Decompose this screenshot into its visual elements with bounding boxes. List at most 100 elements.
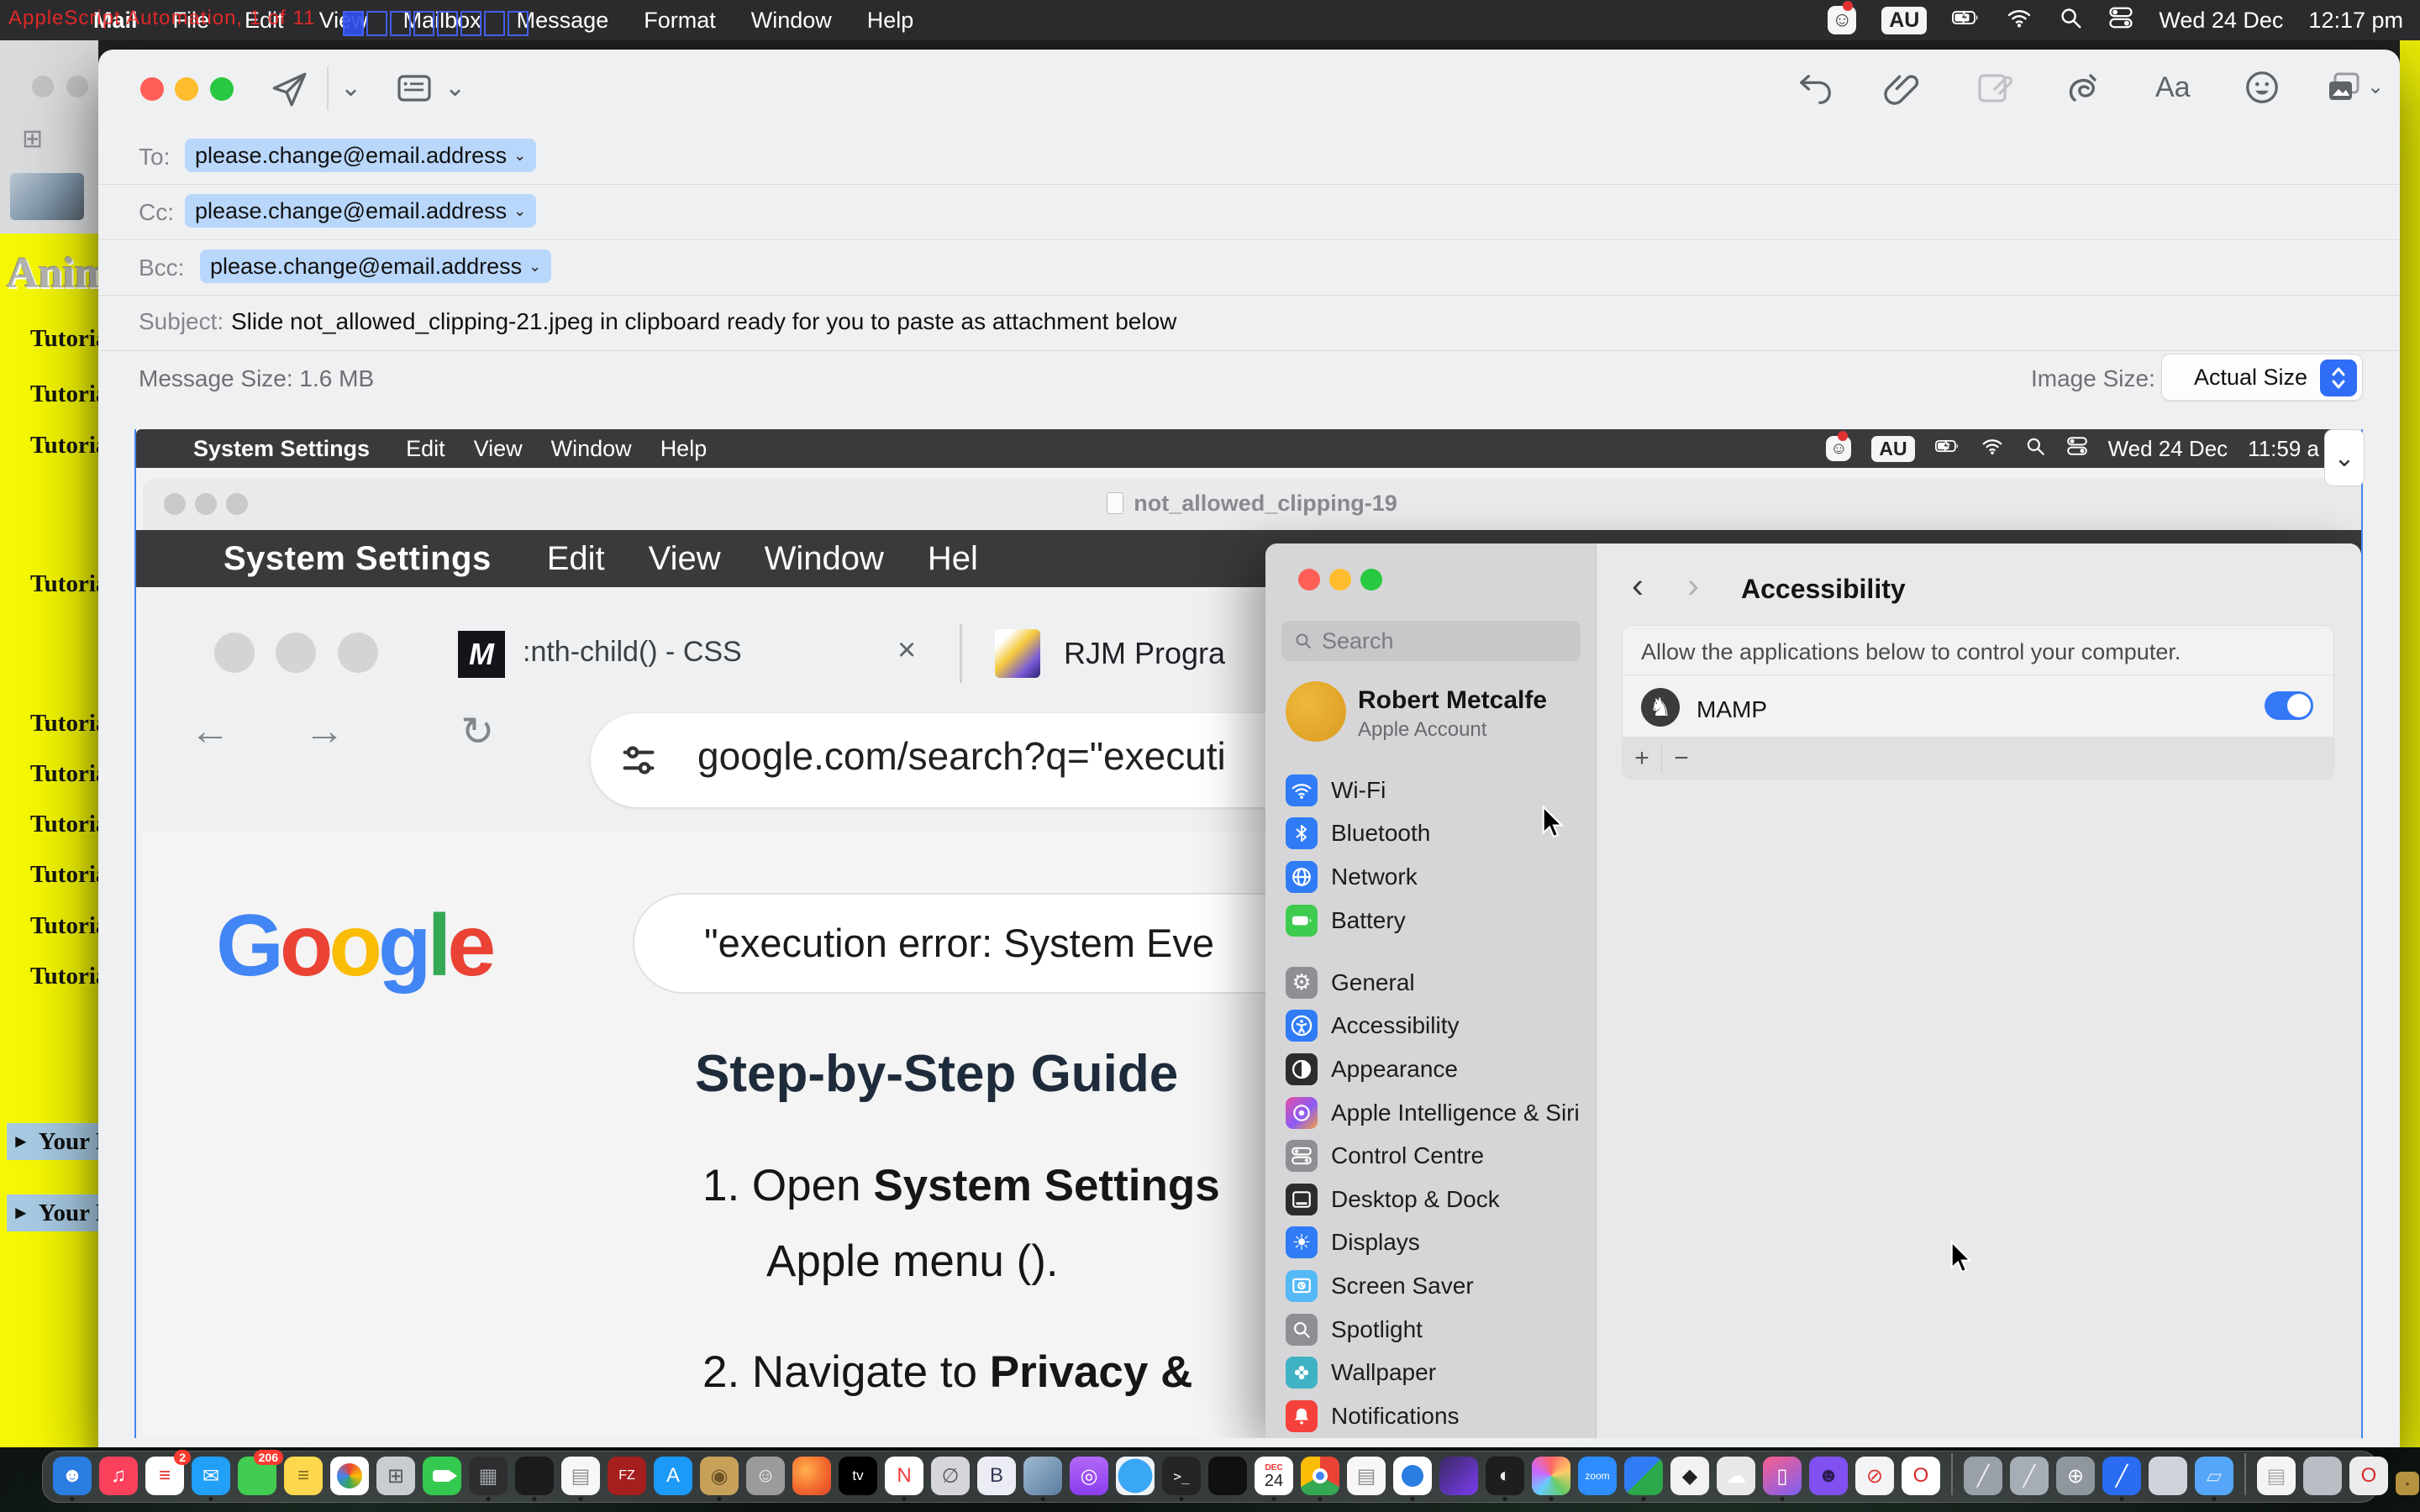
- sidebar-item-control-centre[interactable]: Control Centre: [1277, 1134, 1585, 1178]
- close-button[interactable]: [1298, 569, 1320, 591]
- dock-icon-zoom[interactable]: zoom: [1578, 1457, 1617, 1495]
- sidebar-item-battery[interactable]: Battery: [1277, 899, 1585, 942]
- grid-view-icon[interactable]: ⊞: [22, 124, 43, 154]
- tutorial-link[interactable]: Tutorial S: [30, 325, 98, 353]
- dock-icon-inkscape[interactable]: ◆: [1670, 1457, 1709, 1495]
- dock-icon-appletv[interactable]: tv: [839, 1457, 877, 1495]
- inactive-traffic-light[interactable]: [214, 633, 255, 673]
- zoom-button[interactable]: [1360, 569, 1382, 591]
- account-avatar[interactable]: [1286, 681, 1346, 742]
- dock-icon-bbedit[interactable]: B: [977, 1457, 1016, 1495]
- sidebar-item-network[interactable]: Network: [1277, 855, 1585, 899]
- sidebar-item-desktop-dock[interactable]: Desktop & Dock: [1277, 1178, 1585, 1221]
- tab2-title[interactable]: RJM Progra: [1064, 636, 1225, 671]
- dock-icon-terminal[interactable]: >_: [1162, 1457, 1201, 1495]
- bcc-recipient-token[interactable]: please.change@email.address⌄: [200, 249, 551, 283]
- menu-item-edit[interactable]: Edit: [227, 8, 302, 34]
- dock-icon-iphone-mirroring[interactable]: ▯: [1763, 1457, 1802, 1495]
- menu-item-edit[interactable]: Edit: [525, 540, 627, 578]
- token-chevron-icon[interactable]: ⌄: [513, 202, 526, 220]
- forward-icon[interactable]: →: [304, 708, 345, 754]
- tutorial-link[interactable]: Tutorial S: [30, 912, 98, 940]
- menu-item-mail[interactable]: Mail: [76, 8, 155, 34]
- menu-item-format[interactable]: Format: [626, 8, 734, 34]
- tune-icon[interactable]: [615, 737, 662, 788]
- dock-icon-gray-slash[interactable]: ∅: [931, 1457, 970, 1495]
- sidebar-item-spotlight[interactable]: Spotlight: [1277, 1308, 1585, 1352]
- dock-icon-chrome[interactable]: [1301, 1457, 1339, 1495]
- dock-icon-folder-pencil2[interactable]: ╱: [2010, 1457, 2049, 1495]
- header-fields-chevron[interactable]: ⌄: [445, 73, 466, 102]
- minimize-button[interactable]: [175, 77, 198, 101]
- wifi-icon[interactable]: [2006, 5, 2033, 36]
- dock-icon-blue-folder[interactable]: ▱: [2195, 1457, 2233, 1495]
- menu-bar-date[interactable]: Wed 24 Dec: [2159, 8, 2283, 34]
- menu-item-help[interactable]: Help: [646, 436, 722, 462]
- token-chevron-icon[interactable]: ⌄: [513, 147, 526, 165]
- dock-icon-folder-pencil[interactable]: ╱: [1964, 1457, 2002, 1495]
- menu-item-hel[interactable]: Hel: [906, 540, 1000, 578]
- dock-icon-blue-pen[interactable]: ╱: [2102, 1457, 2141, 1495]
- send-button[interactable]: [268, 68, 310, 110]
- close-button[interactable]: [140, 77, 164, 101]
- dock-icon-phone-dark[interactable]: ▦: [469, 1457, 508, 1495]
- dock-icon-music[interactable]: ♫: [99, 1457, 138, 1495]
- dock-icon-red-ring[interactable]: O: [1902, 1457, 1940, 1495]
- sidebar-item-wallpaper[interactable]: Wallpaper: [1277, 1351, 1585, 1394]
- screenshot-attachment[interactable]: System Settings EditViewWindowHelp ☺ AU …: [134, 429, 2363, 1438]
- sidebar-item-screen-saver[interactable]: Screen Saver: [1277, 1264, 1585, 1308]
- dock-icon-thumb-doc[interactable]: ▤: [2257, 1457, 2296, 1495]
- dock-icon-safari[interactable]: [1116, 1457, 1155, 1495]
- tutorial-link[interactable]: Tutorial S: [30, 710, 98, 738]
- clip-window-title-bar[interactable]: not_allowed_clipping-19: [143, 478, 2361, 530]
- stepper-icon[interactable]: [2320, 360, 2357, 396]
- search-query-text[interactable]: "execution error: System Eve: [704, 920, 1214, 966]
- zoom-button[interactable]: [210, 77, 234, 101]
- inactive-traffic-light[interactable]: [66, 76, 88, 97]
- dock-icon-gray-compass[interactable]: ⊕: [2056, 1457, 2095, 1495]
- minimize-button[interactable]: [1329, 569, 1351, 591]
- battery-icon[interactable]: [1952, 5, 1981, 36]
- inactive-traffic-light[interactable]: [338, 633, 378, 673]
- tutorial-link[interactable]: Tutorial S: [30, 432, 98, 459]
- menu-item-file[interactable]: File: [155, 8, 228, 34]
- dock-icon-reminders[interactable]: ≡2: [145, 1457, 184, 1495]
- sidebar-item-appearance[interactable]: Appearance: [1277, 1047, 1585, 1091]
- search-icon[interactable]: [2058, 5, 2083, 36]
- undo-icon[interactable]: [1796, 70, 1834, 108]
- dock-icon-messages[interactable]: 206: [238, 1457, 276, 1495]
- inactive-traffic-light[interactable]: [276, 633, 316, 673]
- writing-tools-icon[interactable]: [2063, 68, 2103, 108]
- menu-bar-time[interactable]: 12:17 pm: [2308, 8, 2403, 34]
- image-size-dropdown[interactable]: Actual Size: [2161, 354, 2363, 401]
- dock-icon-palette[interactable]: [1532, 1457, 1570, 1495]
- tutorial-link[interactable]: Tutorial S: [30, 861, 98, 889]
- dock-icon-appstore[interactable]: A: [654, 1457, 692, 1495]
- header-fields-button[interactable]: [394, 68, 434, 108]
- dock-icon-dev-purple[interactable]: [1439, 1457, 1478, 1495]
- menu-item-help[interactable]: Help: [850, 8, 932, 34]
- tutorial-link[interactable]: Tutorial S: [30, 381, 98, 408]
- url-text[interactable]: google.com/search?q="executi: [697, 733, 1226, 779]
- subject-value[interactable]: Slide not_allowed_clipping-21.jpeg in cl…: [231, 308, 1176, 335]
- dock-icon-thumb-gray[interactable]: [2303, 1457, 2342, 1495]
- token-chevron-icon[interactable]: ⌄: [529, 258, 541, 276]
- sidebar-item-accessibility[interactable]: Accessibility: [1277, 1005, 1585, 1048]
- your-link-item[interactable]: ►Your L: [7, 1194, 98, 1231]
- insert-note-icon[interactable]: [1974, 68, 2014, 108]
- menu-extra-app-icon[interactable]: ☺: [1828, 6, 1856, 34]
- dock-icon-news[interactable]: N: [885, 1457, 923, 1495]
- dock-icon-gimp[interactable]: ☺: [746, 1457, 785, 1495]
- dock-icon-mini-duck[interactable]: •: [2396, 1472, 2419, 1495]
- dock-icon-mail[interactable]: ✉: [192, 1457, 230, 1495]
- dock-icon-sail[interactable]: [1624, 1457, 1663, 1495]
- emoji-icon[interactable]: [2243, 68, 2281, 107]
- to-recipient-token[interactable]: please.change@email.address⌄: [185, 139, 536, 172]
- sidebar-item-notifications[interactable]: Notifications: [1277, 1394, 1585, 1438]
- remove-app-button[interactable]: −: [1662, 744, 1701, 773]
- message-collapse-button[interactable]: ⌄: [2324, 429, 2365, 486]
- dock-icon-photos[interactable]: [330, 1457, 369, 1495]
- dock-icon-red-slash[interactable]: ⊘: [1855, 1457, 1894, 1495]
- control-center-icon[interactable]: [2108, 5, 2133, 36]
- mamp-toggle[interactable]: [2265, 691, 2313, 720]
